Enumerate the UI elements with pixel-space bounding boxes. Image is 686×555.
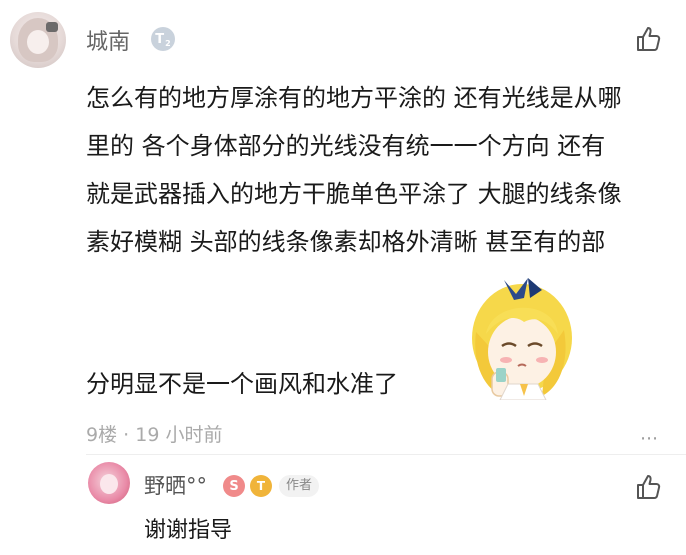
- comment-line: 素好模糊 头部的线条像素却格外清晰 甚至有的部: [86, 228, 606, 256]
- reply-text: 谢谢指导: [144, 518, 233, 543]
- floor-number: 9楼: [86, 424, 118, 446]
- level-badge-number: 2: [165, 38, 171, 48]
- comment-line: 怎么有的地方厚涂有的地方平涂的 还有光线是从哪: [86, 84, 622, 112]
- reply-avatar-face: [100, 474, 118, 494]
- reply-username[interactable]: 野晒°°: [144, 470, 207, 500]
- comment-line: 就是武器插入的地方干脆单色平涂了 大腿的线条像: [86, 180, 622, 208]
- vip-badge: S: [223, 475, 245, 497]
- level-badge-letter: T: [155, 31, 165, 47]
- commenter-avatar[interactable]: [10, 12, 66, 68]
- more-icon[interactable]: ⋯: [640, 428, 659, 449]
- divider: [86, 454, 686, 455]
- avatar-bow: [46, 22, 58, 32]
- comment-line: 里的 各个身体部分的光线没有统一一个方向 还有: [86, 132, 606, 160]
- anime-girl-sticker: [472, 278, 572, 400]
- reply-avatar[interactable]: [88, 462, 130, 504]
- comment-body: 怎么有的地方厚涂有的地方平涂的 还有光线是从哪 里的 各个身体部分的光线没有统一…: [86, 74, 676, 266]
- level-badge-gold: T: [250, 475, 272, 497]
- comment-meta: 9楼 · 19 小时前: [86, 420, 222, 447]
- commenter-username[interactable]: 城南: [86, 24, 130, 56]
- level-badge: T2: [151, 27, 175, 51]
- thumb-up-icon[interactable]: [634, 24, 664, 54]
- thumb-up-icon[interactable]: [634, 472, 664, 502]
- meta-separator: ·: [123, 424, 130, 446]
- post-time: 19 小时前: [135, 424, 223, 446]
- author-tag: 作者: [279, 475, 320, 497]
- avatar-face: [27, 30, 49, 54]
- comment-last-line: 分明显不是一个画风和水准了: [86, 370, 398, 398]
